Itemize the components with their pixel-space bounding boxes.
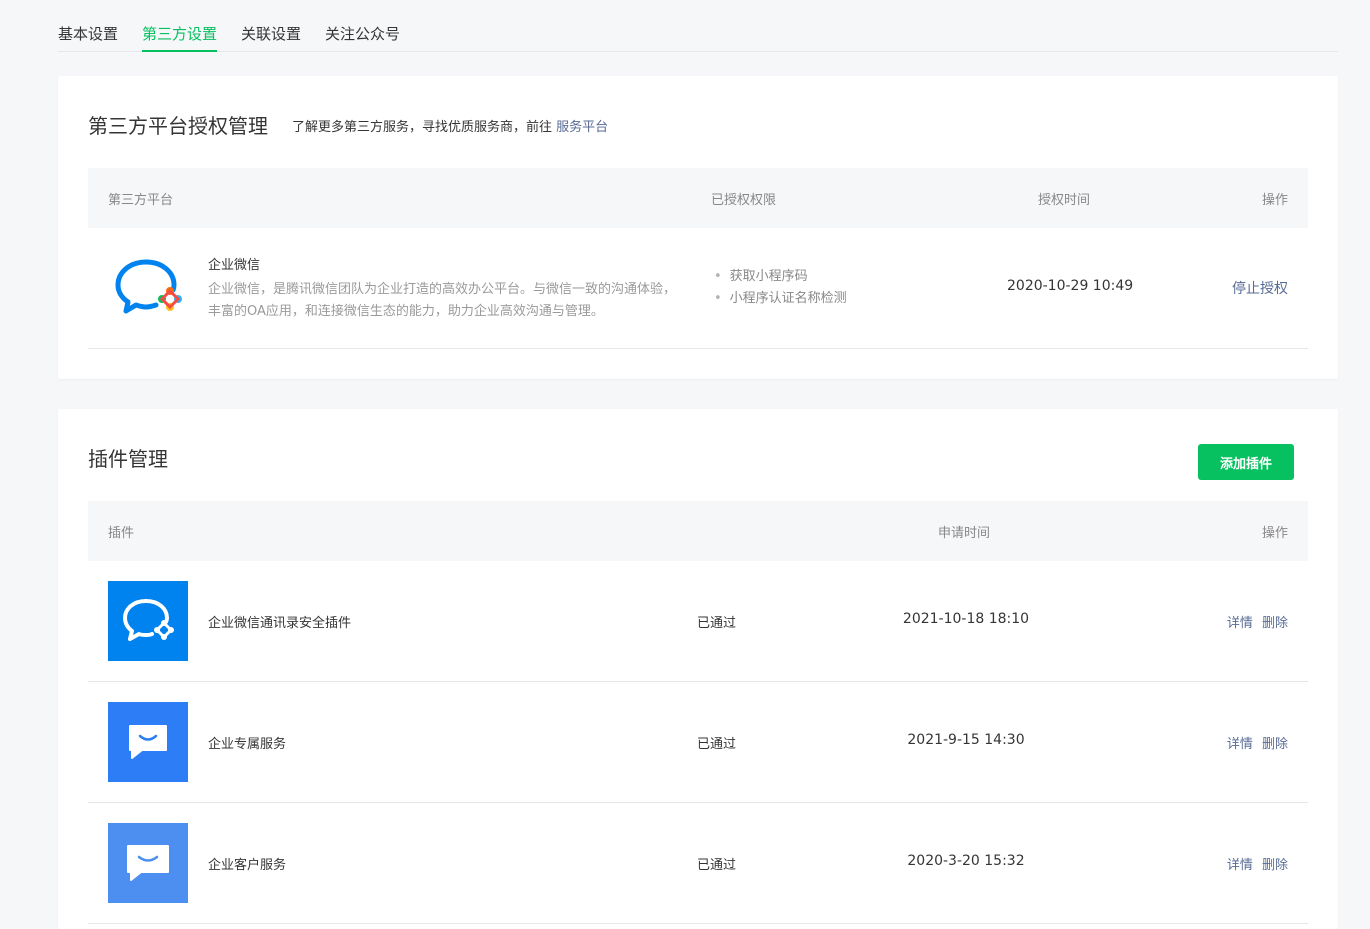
plugin-delete-link[interactable]: 删除 bbox=[1262, 616, 1288, 631]
plugin-card-title: 插件管理 bbox=[88, 447, 168, 471]
auth-card-description: 了解更多第三方服务，寻找优质服务商，前往 服务平台 bbox=[292, 116, 608, 135]
plugin-table-header: 插件 申请时间 操作 bbox=[88, 501, 1308, 561]
plugin-operations: 详情 删除 bbox=[1222, 733, 1288, 752]
tab-related-settings[interactable]: 关联设置 bbox=[241, 18, 301, 52]
plugin-apply-time: 2021-9-15 14:30 bbox=[907, 732, 1025, 748]
table-row: 企业微信通讯录安全插件 已通过 2021-10-18 18:10 详情 删除 bbox=[88, 561, 1308, 682]
auth-desc-text: 了解更多第三方服务，寻找优质服务商，前往 bbox=[292, 120, 553, 135]
plugin-management-card: 插件管理 添加插件 插件 申请时间 操作 企业微信通讯录安全插件 已通过 202… bbox=[58, 409, 1338, 929]
col-plugin: 插件 bbox=[108, 526, 135, 541]
plugin-detail-link[interactable]: 详情 bbox=[1227, 737, 1253, 752]
tab-follow-official-account[interactable]: 关注公众号 bbox=[325, 18, 400, 52]
settings-tabs: 基本设置 第三方设置 关联设置 关注公众号 bbox=[58, 18, 1338, 52]
col-platform: 第三方平台 bbox=[108, 193, 174, 208]
auth-card-title: 第三方平台授权管理 bbox=[88, 114, 268, 138]
table-row: 企业微信 企业微信，是腾讯微信团队为企业打造的高效办公平台。与微信一致的沟通体验… bbox=[88, 228, 1308, 349]
table-row: 企业专属服务 已通过 2021-9-15 14:30 详情 删除 bbox=[88, 682, 1308, 803]
plugin-operations: 详情 删除 bbox=[1222, 854, 1288, 873]
auth-table-header: 第三方平台 已授权权限 授权时间 操作 bbox=[88, 168, 1308, 228]
plugin-detail-link[interactable]: 详情 bbox=[1227, 616, 1253, 631]
plugin-delete-link[interactable]: 删除 bbox=[1262, 858, 1288, 873]
stop-authorization-link[interactable]: 停止授权 bbox=[1232, 278, 1288, 298]
auth-platform-description: 企业微信，是腾讯微信团队为企业打造的高效办公平台。与微信一致的沟通体验，丰富的O… bbox=[208, 282, 677, 319]
wecom-logo-icon bbox=[114, 258, 184, 318]
col-operation: 操作 bbox=[1261, 193, 1288, 208]
permission-item: 小程序认证名称检测 bbox=[714, 288, 847, 310]
col-permissions: 已授权权限 bbox=[711, 193, 777, 208]
plugin-delete-link[interactable]: 删除 bbox=[1262, 737, 1288, 752]
col-apply-time: 申请时间 bbox=[938, 526, 991, 541]
third-party-auth-card: 第三方平台授权管理 了解更多第三方服务，寻找优质服务商，前往 服务平台 第三方平… bbox=[58, 76, 1338, 379]
table-row: 企业客户服务 已通过 2020-3-20 15:32 详情 删除 bbox=[88, 803, 1308, 924]
col-auth-time: 授权时间 bbox=[1038, 193, 1091, 208]
service-platform-link[interactable]: 服务平台 bbox=[556, 120, 608, 135]
add-plugin-button[interactable]: 添加插件 bbox=[1198, 444, 1294, 480]
permission-item: 获取小程序码 bbox=[714, 266, 847, 288]
plugin-operations: 详情 删除 bbox=[1222, 612, 1288, 631]
auth-platform-name: 企业微信 bbox=[208, 258, 261, 273]
plugin-apply-time: 2021-10-18 18:10 bbox=[902, 611, 1030, 627]
auth-time-value: 2020-10-29 10:49 bbox=[1007, 278, 1134, 294]
plugin-detail-link[interactable]: 详情 bbox=[1227, 858, 1253, 873]
tab-basic-settings[interactable]: 基本设置 bbox=[58, 18, 118, 52]
col-operation: 操作 bbox=[1261, 526, 1288, 541]
permission-list: 获取小程序码 小程序认证名称检测 bbox=[714, 266, 847, 310]
tab-third-party-settings[interactable]: 第三方设置 bbox=[142, 18, 218, 52]
plugin-apply-time: 2020-3-20 15:32 bbox=[907, 853, 1025, 869]
